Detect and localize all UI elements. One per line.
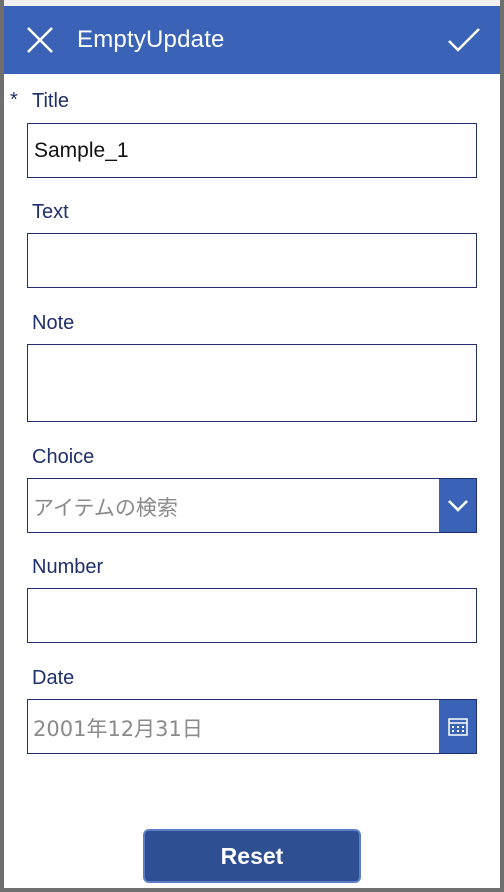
choice-dropdown-button[interactable] <box>439 479 476 532</box>
title-input[interactable] <box>28 124 476 177</box>
required-marker: * <box>10 89 18 111</box>
text-input[interactable] <box>28 234 476 287</box>
app-screen: EmptyUpdate * Title Text Note Choice アイテ… <box>0 0 504 892</box>
calendar-icon <box>447 717 468 736</box>
number-input-box <box>27 588 477 643</box>
note-input-box <box>27 344 477 422</box>
note-textarea[interactable] <box>28 345 476 421</box>
text-input-box <box>27 233 477 288</box>
choice-search-placeholder: アイテムの検索 <box>33 496 178 520</box>
reset-button[interactable]: Reset <box>143 829 361 883</box>
close-button[interactable] <box>18 18 62 62</box>
date-label: Date <box>32 667 75 689</box>
number-label: Number <box>32 556 104 578</box>
chevron-down-icon <box>447 499 468 512</box>
calendar-button[interactable] <box>439 700 476 753</box>
choice-combobox[interactable]: アイテムの検索 <box>27 478 477 533</box>
title-input-box <box>27 123 477 178</box>
submit-button[interactable] <box>442 18 486 62</box>
page-title: EmptyUpdate <box>77 26 225 53</box>
date-placeholder: 2001年12月31日 <box>33 717 203 741</box>
checkmark-icon <box>448 28 480 52</box>
title-label: Title <box>32 90 70 112</box>
header-bar: EmptyUpdate <box>4 6 500 74</box>
text-label: Text <box>32 201 69 223</box>
number-input[interactable] <box>28 589 476 642</box>
choice-label: Choice <box>32 446 95 468</box>
note-label: Note <box>32 312 75 334</box>
date-picker-box[interactable]: 2001年12月31日 <box>27 699 477 754</box>
close-icon <box>27 27 53 53</box>
